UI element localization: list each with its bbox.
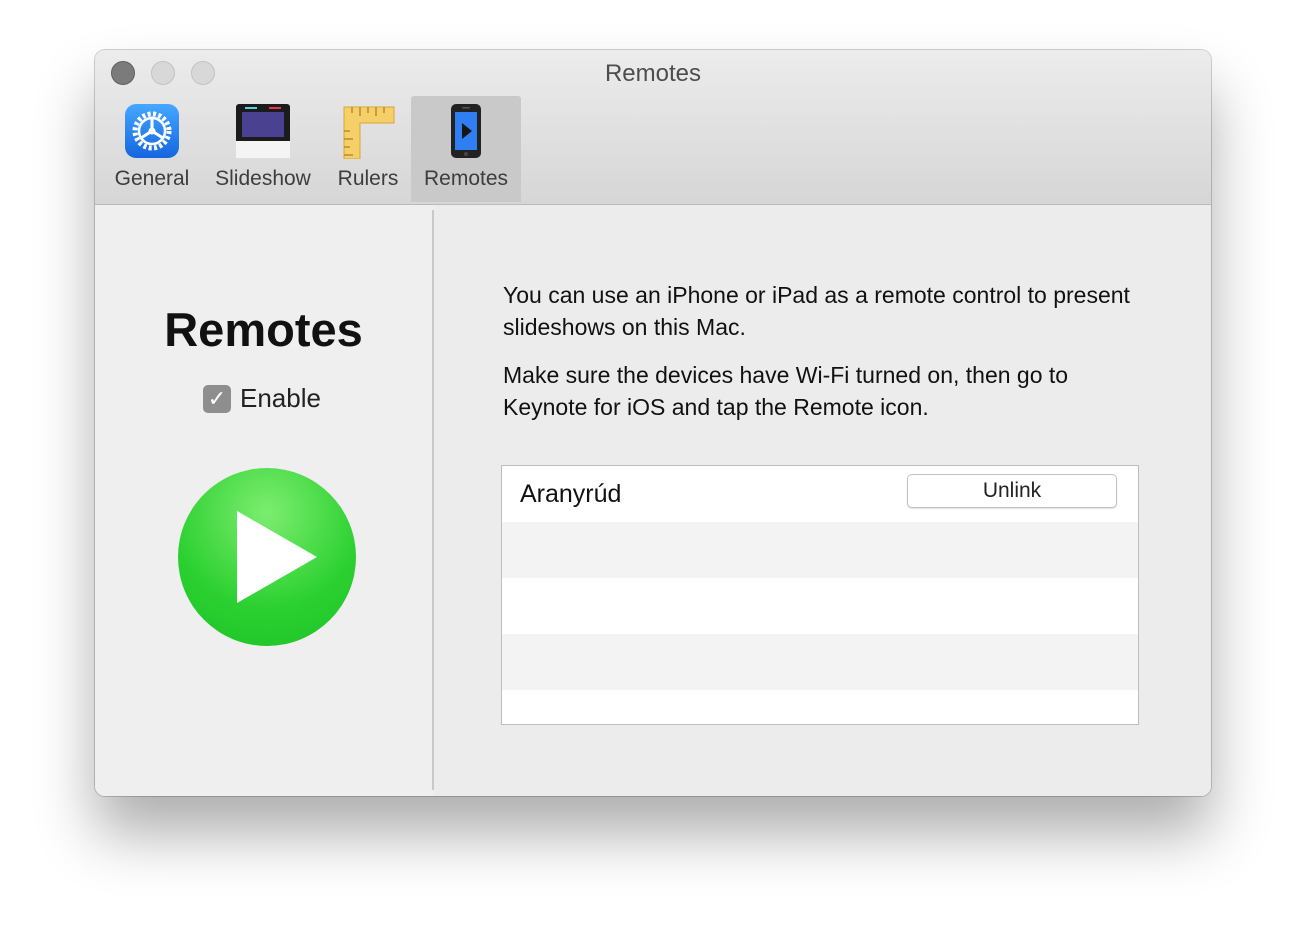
enable-label: Enable <box>240 383 321 413</box>
tab-remotes-label: Remotes <box>423 167 509 190</box>
tab-remotes[interactable]: Remotes <box>411 96 521 202</box>
empty-row <box>502 634 1138 690</box>
tab-general[interactable]: General <box>109 96 195 202</box>
play-icon <box>237 511 317 603</box>
titlebar: Remotes General Slideshow Rulers Remotes <box>95 50 1211 205</box>
tab-slideshow-label: Slideshow <box>215 167 311 190</box>
remotes-sidebar: Remotes ✓ Enable <box>95 205 432 796</box>
enable-checkbox[interactable]: ✓ <box>203 384 231 413</box>
tab-slideshow[interactable]: Slideshow <box>207 96 319 202</box>
unlink-button[interactable]: Unlink <box>907 474 1117 508</box>
window-title: Remotes <box>604 60 702 87</box>
ruler-icon <box>340 103 396 160</box>
remotes-main: You can use an iPhone or iPad as a remot… <box>434 205 1211 796</box>
device-name: Aranyrúd <box>520 480 622 508</box>
empty-row <box>502 522 1138 578</box>
description-remote-control: You can use an iPhone or iPad as a remot… <box>503 282 1130 340</box>
description-wifi: Make sure the devices have Wi-Fi turned … <box>503 362 1069 420</box>
remotes-heading: Remotes <box>164 303 363 356</box>
tab-general-label: General <box>114 167 190 190</box>
tab-rulers[interactable]: Rulers <box>331 96 405 202</box>
preferences-window: Remotes General Slideshow Rulers Remotes… <box>95 50 1211 796</box>
play-remote-button[interactable] <box>178 468 356 646</box>
tab-rulers-label: Rulers <box>337 167 399 190</box>
device-list: Aranyrúd Unlink <box>501 465 1139 725</box>
iphone-remote-icon <box>438 103 494 159</box>
gear-icon <box>124 103 180 159</box>
enable-row[interactable]: ✓ Enable <box>203 383 321 414</box>
device-row[interactable]: Aranyrúd Unlink <box>502 466 1138 522</box>
empty-row <box>502 690 1138 724</box>
empty-row <box>502 578 1138 634</box>
preferences-content: Remotes ✓ Enable You can use an iPhone o… <box>95 205 1211 796</box>
slideshow-icon <box>235 103 291 159</box>
